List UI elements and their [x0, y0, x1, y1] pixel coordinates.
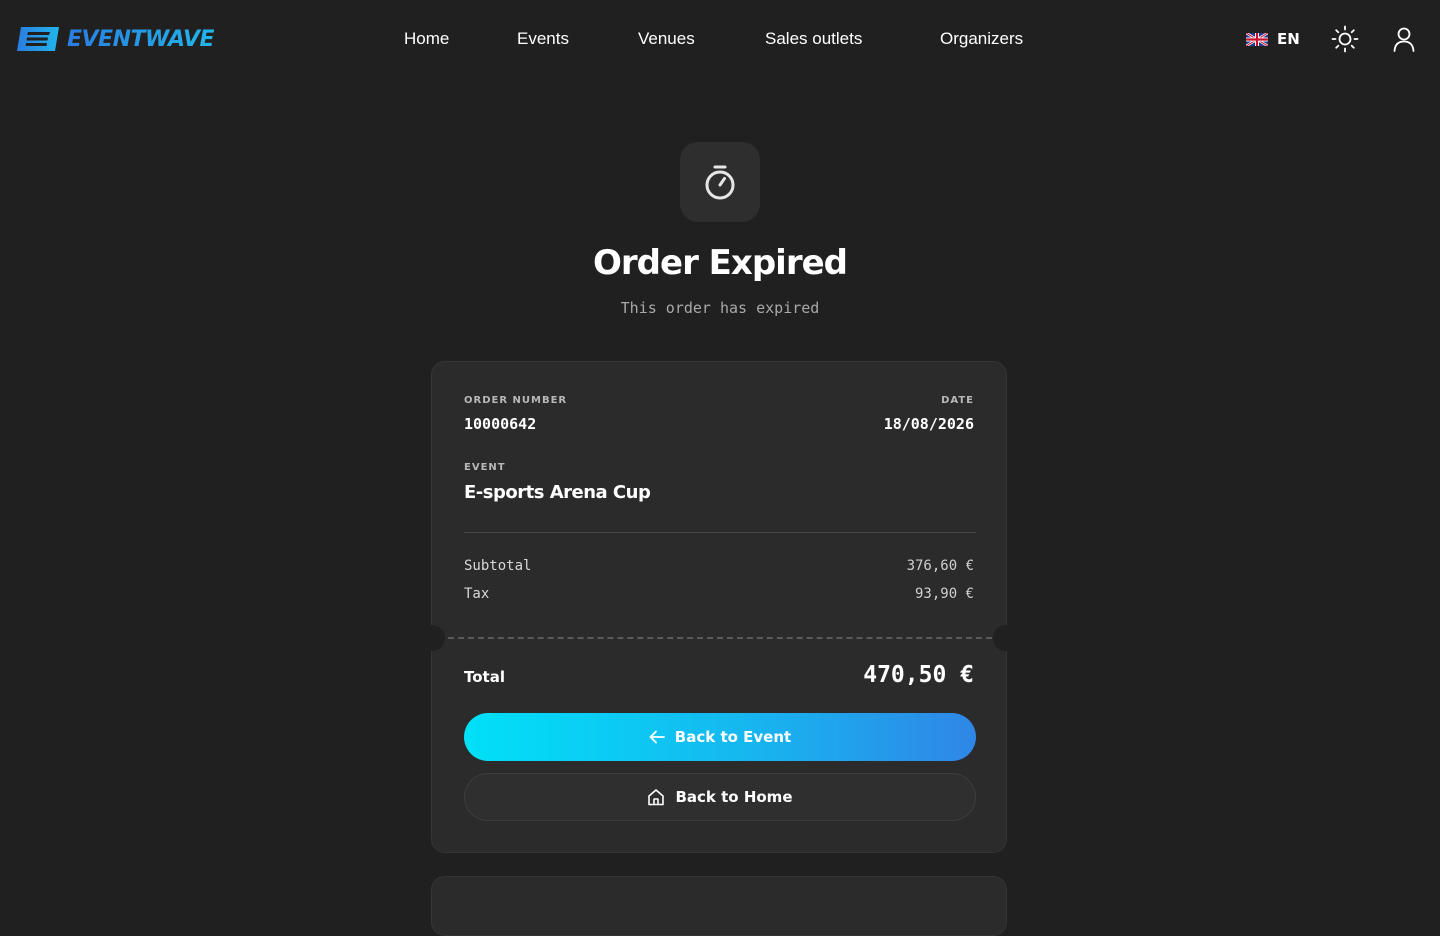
language-code: EN — [1277, 30, 1300, 48]
uk-flag-icon — [1246, 32, 1268, 46]
status-icon-tile — [680, 142, 760, 222]
event-label: EVENT — [464, 462, 506, 473]
total-label: Total — [464, 668, 505, 686]
theme-toggle-button[interactable] — [1330, 24, 1360, 54]
tax-value: 93,90 € — [914, 586, 974, 602]
back-to-event-button[interactable]: Back to Event — [464, 713, 976, 761]
divider — [464, 532, 976, 533]
top-navigation-bar: EVENTWAVE Home Events Venues Sales outle… — [0, 0, 1440, 78]
nav-sales-outlets[interactable]: Sales outlets — [765, 27, 862, 51]
sun-icon — [1331, 25, 1359, 53]
ticket-notch-left — [419, 625, 445, 651]
order-number-label: ORDER NUMBER — [464, 395, 568, 406]
main-nav: Home Events Venues Sales outlets Organiz… — [0, 27, 1440, 51]
nav-events[interactable]: Events — [517, 27, 569, 51]
back-to-home-label: Back to Home — [675, 788, 793, 806]
ticket-notch-right — [993, 625, 1019, 651]
language-selector[interactable]: EN — [1246, 28, 1300, 50]
arrow-left-icon — [649, 730, 665, 744]
tax-label: Tax — [464, 586, 490, 602]
order-summary-card: ORDER NUMBER 10000642 DATE 18/08/2026 EV… — [419, 361, 1019, 853]
subtotal-label: Subtotal — [464, 558, 532, 574]
user-icon — [1393, 27, 1415, 52]
date-value: 18/08/2026 — [883, 415, 974, 433]
page-title: Order Expired — [593, 243, 848, 283]
nav-home[interactable]: Home — [404, 27, 449, 51]
event-name: E-sports Arena Cup — [464, 482, 651, 503]
order-number-value: 10000642 — [464, 415, 537, 433]
subtotal-value: 376,60 € — [906, 558, 974, 574]
stopwatch-icon — [705, 165, 735, 200]
back-to-home-button[interactable]: Back to Home — [464, 773, 976, 821]
back-to-event-label: Back to Event — [674, 728, 792, 746]
nav-organizers[interactable]: Organizers — [940, 27, 1023, 51]
ticket-perforation — [448, 637, 992, 639]
date-label: DATE — [941, 395, 974, 406]
page-subtitle: This order has expired — [620, 299, 820, 317]
total-value: 470,50 € — [863, 662, 974, 688]
secondary-card — [431, 876, 1007, 936]
nav-venues[interactable]: Venues — [638, 27, 695, 51]
user-account-button[interactable] — [1389, 24, 1419, 54]
home-icon — [648, 789, 665, 806]
